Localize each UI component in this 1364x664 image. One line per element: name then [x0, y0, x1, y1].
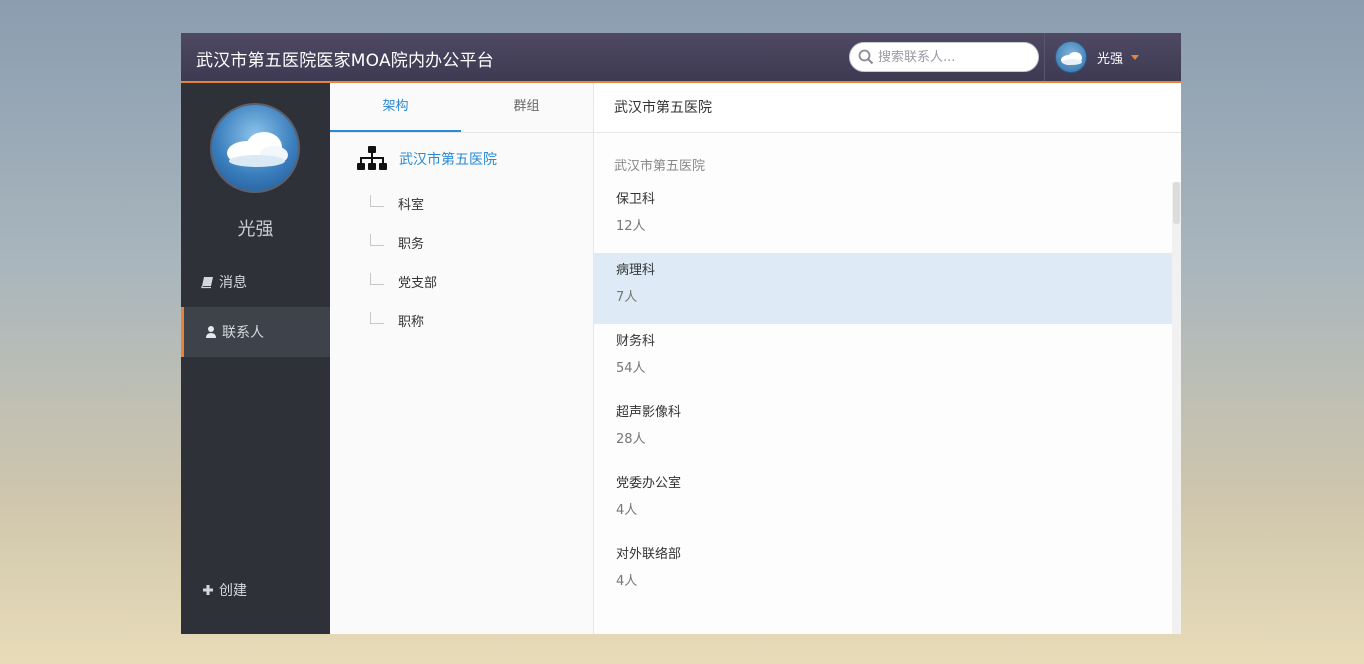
- department-list: 保卫科 12人 病理科 7人 财务科 54人 超声影像科 28人 党委办公室 4…: [594, 182, 1172, 622]
- tree-connector: [370, 272, 384, 285]
- tree-node-label: 党支部: [398, 276, 438, 291]
- list-item[interactable]: 病理科 7人: [594, 253, 1172, 324]
- cloud-icon: [227, 132, 288, 167]
- tab-groups[interactable]: 群组: [461, 83, 592, 132]
- book-icon: [201, 277, 213, 289]
- sidebar-item-label: 消息: [219, 275, 247, 291]
- department-name: 保卫科: [616, 192, 656, 207]
- sidebar-item-messages[interactable]: 消息: [181, 257, 330, 307]
- list-item[interactable]: 财务科 54人: [594, 324, 1172, 395]
- department-count: 28人: [616, 432, 646, 447]
- tree-connector: [370, 311, 384, 324]
- list-item[interactable]: 超声影像科 28人: [594, 395, 1172, 466]
- profile-avatar[interactable]: [210, 103, 300, 193]
- content-header-title: 武汉市第五医院: [594, 83, 1181, 133]
- department-list-panel: 武汉市第五医院 武汉市第五医院 保卫科 12人 病理科 7人 财务科 54人 超…: [594, 83, 1181, 634]
- app-title: 武汉市第五医院医家MOA院内办公平台: [196, 51, 494, 71]
- list-item[interactable]: 党委办公室 4人: [594, 466, 1172, 537]
- tree-node-label: 职务: [398, 237, 425, 252]
- search-icon: [858, 49, 874, 65]
- search-box[interactable]: [849, 42, 1039, 72]
- tree-node-label: 职称: [398, 315, 425, 330]
- section-title: 武汉市第五医院: [614, 159, 706, 174]
- org-chart-icon: [357, 146, 387, 170]
- plus-icon: [203, 585, 213, 595]
- sidebar: 光强 消息 联系人 创建: [181, 83, 330, 634]
- tree-node-label: 科室: [398, 198, 425, 213]
- department-count: 12人: [616, 219, 646, 234]
- tree-root-node[interactable]: 武汉市第五医院: [357, 146, 497, 172]
- sidebar-item-contacts[interactable]: 联系人: [181, 307, 330, 357]
- tree-node-title[interactable]: 职称: [370, 311, 424, 330]
- department-count: 7人: [616, 290, 638, 305]
- user-menu[interactable]: 光强: [1044, 33, 1181, 81]
- tree-connector: [370, 194, 384, 207]
- chevron-down-icon[interactable]: [1131, 54, 1140, 60]
- create-label: 创建: [219, 583, 247, 599]
- search-input[interactable]: [878, 49, 1028, 65]
- department-count: 4人: [616, 574, 638, 589]
- user-icon: [206, 326, 216, 338]
- department-name: 财务科: [616, 334, 656, 349]
- list-item[interactable]: 保卫科 12人: [594, 182, 1172, 253]
- list-item[interactable]: 对外联络部 4人: [594, 537, 1172, 608]
- tab-structure[interactable]: 架构: [330, 83, 461, 132]
- user-name[interactable]: 光强: [1097, 48, 1123, 67]
- department-name: 超声影像科: [616, 405, 682, 420]
- tree-node-party-branch[interactable]: 党支部: [370, 272, 437, 291]
- app-window: 武汉市第五医院医家MOA院内办公平台 光强: [181, 33, 1181, 634]
- scrollbar[interactable]: [1172, 182, 1181, 634]
- tree-root-label: 武汉市第五医院: [399, 152, 497, 168]
- tree-node-position[interactable]: 职务: [370, 233, 424, 252]
- department-name: 病理科: [616, 263, 656, 278]
- cloud-icon: [1061, 52, 1082, 65]
- top-bar: 武汉市第五医院医家MOA院内办公平台 光强: [181, 33, 1181, 83]
- department-count: 54人: [616, 361, 646, 376]
- tree-node-department[interactable]: 科室: [370, 194, 424, 213]
- department-name: 对外联络部: [616, 547, 682, 562]
- tree-connector: [370, 233, 384, 246]
- create-button[interactable]: 创建: [181, 565, 330, 615]
- avatar[interactable]: [1055, 41, 1087, 73]
- department-count: 4人: [616, 503, 638, 518]
- sidebar-item-label: 联系人: [222, 325, 264, 341]
- profile-name: 光强: [237, 219, 274, 240]
- tree-tabs: 架构 群组: [330, 83, 593, 133]
- scroll-thumb[interactable]: [1173, 182, 1180, 224]
- department-name: 党委办公室: [616, 476, 682, 491]
- org-tree-panel: 架构 群组 武汉市第五医院 科室 职务 党支部 职称: [330, 83, 594, 634]
